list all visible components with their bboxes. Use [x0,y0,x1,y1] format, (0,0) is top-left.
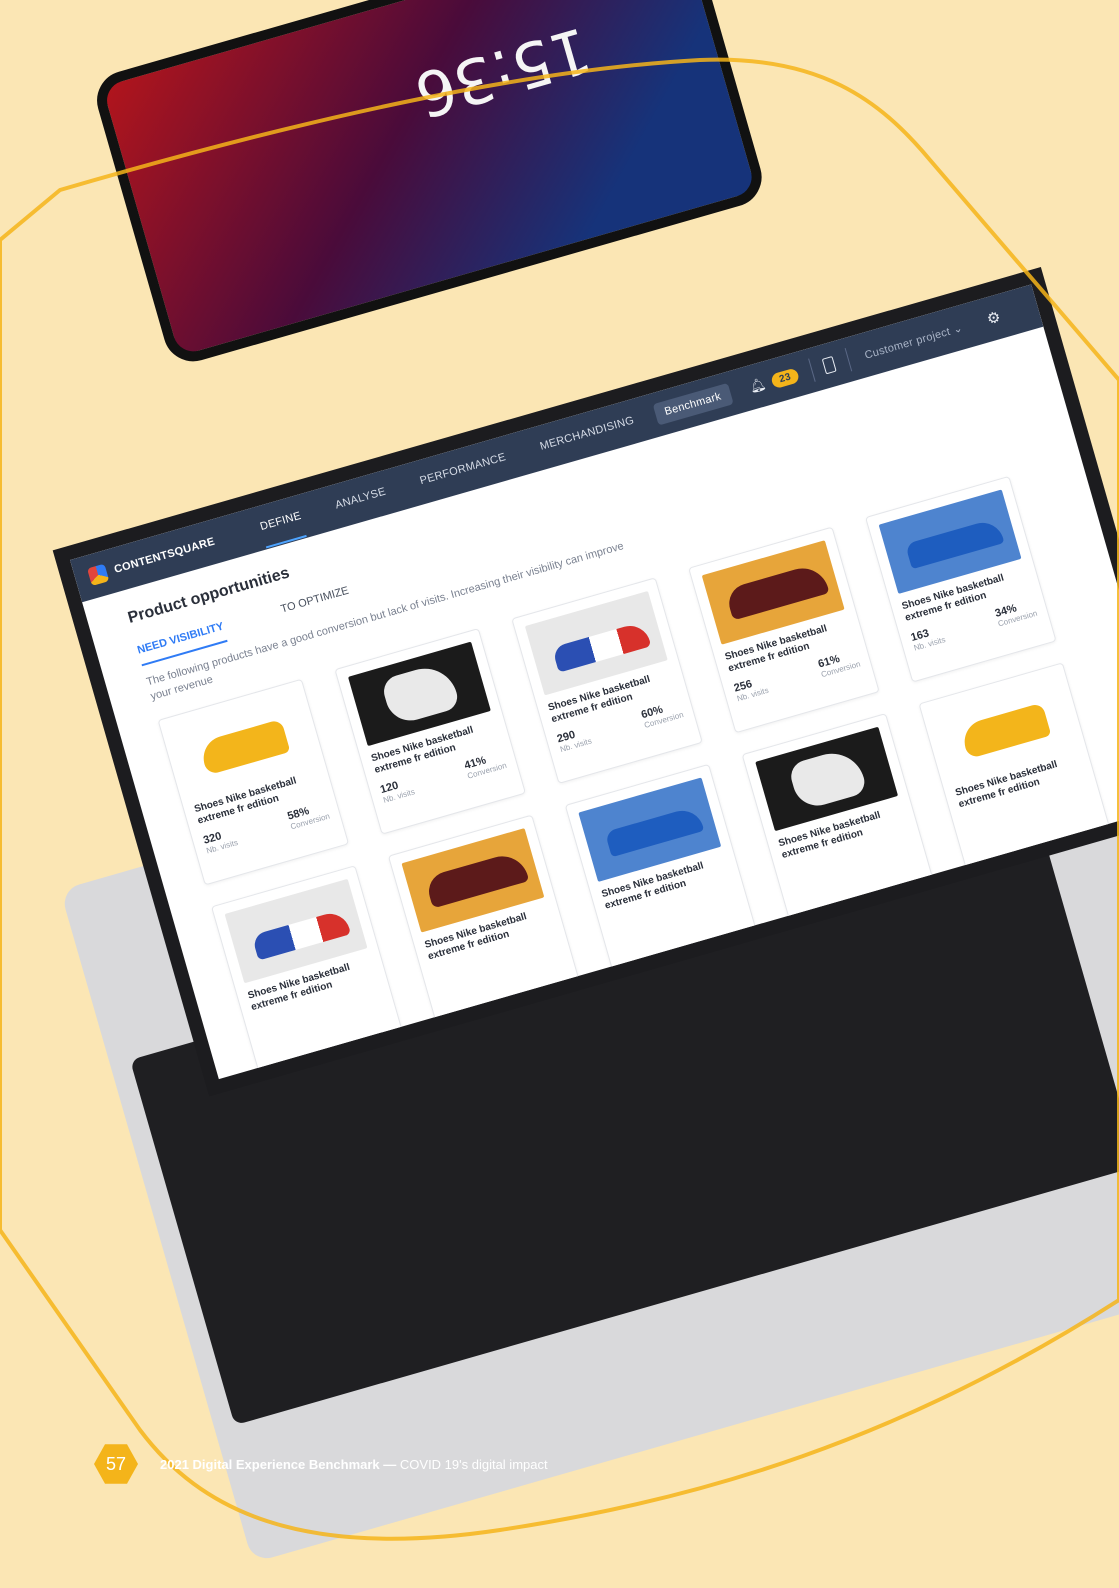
phone-lockscreen-time: 15:36 [407,12,600,133]
product-card[interactable]: Shoes Nike basketball extreme fr edition… [688,526,880,734]
contentsquare-logo-icon [87,563,110,586]
page-number: 57 [94,1444,138,1484]
photo: 15:36 CONTENTSQUARE DEFINE ANALYSE PERFO… [0,0,1119,1588]
notification-count-badge: 23 [769,366,801,389]
gear-icon[interactable]: ⚙ [985,307,1003,328]
product-card[interactable]: Shoes Nike basketball extreme fr edition… [157,678,350,886]
product-card[interactable]: Shoes Nike basketball extreme fr edition… [511,577,703,784]
footer-title-bold: 2021 Digital Experience Benchmark — [160,1456,397,1472]
chevron-down-icon: ⌄ [951,321,965,336]
divider [845,347,853,372]
mobile-device-icon[interactable] [822,355,838,375]
bell-icon[interactable]: 🔔︎ [748,376,769,396]
footer-title: 2021 Digital Experience Benchmark — COVI… [160,1457,548,1472]
divider [808,358,817,382]
product-card[interactable]: Shoes Nike basketball extreme fr edition… [865,475,1057,683]
page-footer: 57 2021 Digital Experience Benchmark — C… [94,1442,548,1486]
footer-title-rest: COVID 19's digital impact [396,1456,548,1472]
smartphone: 15:36 [90,0,769,369]
product-card[interactable]: Shoes Nike basketball extreme fr edition… [334,628,526,835]
